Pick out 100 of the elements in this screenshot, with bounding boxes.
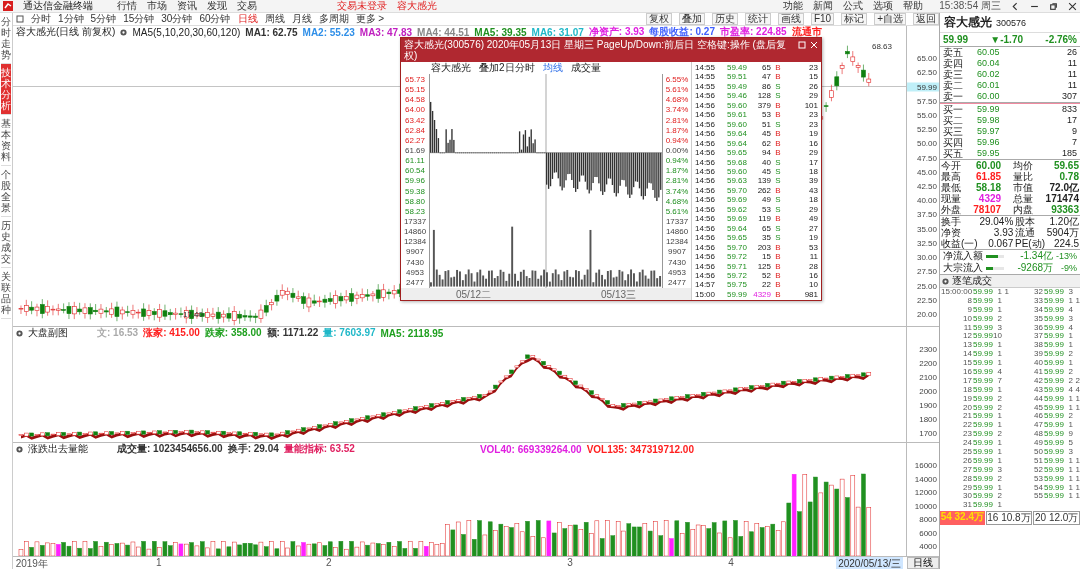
period-tab[interactable]: 月线	[291, 12, 312, 26]
period-tab[interactable]: 15分钟	[123, 12, 155, 26]
flow-percent: -9%	[1060, 263, 1077, 273]
menu-item[interactable]: 行情	[117, 0, 137, 13]
trade-price: 59.99	[1043, 359, 1064, 368]
period-tab[interactable]: 5分钟	[90, 12, 117, 26]
toolbar-button[interactable]: 返回	[913, 13, 939, 25]
chart-tab[interactable]: 成交量	[570, 61, 601, 75]
trade-volume: 1	[996, 305, 1002, 315]
percent-label: 2.81%	[664, 176, 690, 186]
close-icon[interactable]	[1068, 1, 1077, 11]
menu-item[interactable]: 市场	[147, 0, 167, 13]
trade-time: 53	[1033, 474, 1043, 484]
chart-tab[interactable]: 均线	[542, 61, 563, 75]
period-tab[interactable]: 分时	[31, 12, 51, 26]
maximize-icon[interactable]	[798, 41, 806, 49]
trade-count: 1	[1074, 474, 1080, 484]
order-label: 买一	[943, 104, 964, 115]
stat-value: 29.04%	[979, 216, 1014, 227]
side-tab[interactable]: 基本资料	[1, 115, 11, 166]
settings-icon[interactable]	[16, 445, 23, 453]
period-tab[interactable]: 更多 >	[355, 12, 385, 26]
settings-icon[interactable]	[942, 277, 949, 285]
trade-volume: 1	[996, 412, 1002, 422]
trade-price: 59.99	[1043, 439, 1064, 449]
trade-volume: 1	[996, 501, 1002, 511]
trade-volume: 1	[1067, 394, 1073, 404]
side-tab[interactable]: 个股全景	[1, 166, 11, 217]
toolbar-button[interactable]: 复权	[645, 13, 672, 25]
order-volume: 11	[1066, 69, 1077, 80]
trade-time: 33	[1033, 296, 1043, 306]
tick-side: B	[774, 110, 782, 120]
tick-time: 14:56	[695, 176, 717, 186]
tick-time: 14:56	[695, 242, 717, 252]
restore-icon[interactable]	[1049, 1, 1058, 11]
notice-link[interactable]: 容大感光	[397, 0, 437, 13]
toolbar-button[interactable]: 画线	[777, 13, 804, 25]
period-tab[interactable]: 多周期	[318, 12, 349, 26]
toolbar-button[interactable]: 统计	[744, 13, 771, 25]
toolbar-button[interactable]: F10	[810, 13, 835, 25]
toolbar-button[interactable]: 叠加	[678, 13, 705, 25]
notice-link[interactable]: 交易未登录	[337, 0, 387, 13]
tick-time: 14:56	[695, 91, 717, 101]
tick-price: 59.49	[725, 81, 747, 91]
menu-item[interactable]: 公式	[843, 0, 864, 13]
trade-price: 59.99	[1043, 421, 1064, 431]
period-tab[interactable]: 周线	[264, 12, 285, 26]
volume-label: 12384	[664, 237, 690, 247]
toolbar-button[interactable]: 标记	[841, 13, 868, 25]
side-tab[interactable]: 技术分析	[1, 64, 11, 115]
stat-label: 现量	[941, 193, 961, 204]
axis-label: 1800	[919, 414, 937, 424]
trade-price: 59.99	[972, 376, 993, 386]
price-label: 65.15	[404, 85, 426, 95]
menu-item[interactable]: 选项	[873, 0, 894, 13]
settings-icon[interactable]	[120, 28, 128, 36]
menu-item[interactable]: 新闻	[813, 0, 834, 13]
menu-item[interactable]: 发现	[207, 0, 227, 13]
tick-count: 23	[808, 110, 818, 120]
menu-item[interactable]: 功能	[783, 0, 804, 13]
period-tab[interactable]: 60分钟	[199, 12, 231, 26]
toolbar-button[interactable]: 历史	[711, 13, 738, 25]
trade-time: 18	[962, 385, 972, 395]
tick-side: S	[774, 176, 782, 186]
period-tab[interactable]: 日线	[237, 12, 258, 26]
axis-label: 2100	[919, 372, 937, 382]
menu-item[interactable]: 资讯	[177, 0, 197, 13]
percent-label: 2.81%	[664, 115, 690, 125]
tick-volume: 94	[761, 148, 771, 158]
layout-icon[interactable]	[16, 15, 24, 23]
period-tab[interactable]: 30分钟	[161, 12, 193, 26]
period-tab[interactable]: 1分钟	[58, 12, 84, 26]
menu-item[interactable]: 帮助	[903, 0, 924, 13]
trade-price: 59.99	[972, 501, 993, 511]
back-icon[interactable]	[1011, 1, 1020, 11]
trade-time: 51	[1033, 456, 1043, 466]
tick-side: S	[774, 195, 782, 205]
chart-tab[interactable]: 叠加2日分时	[479, 61, 535, 75]
chart-tab[interactable]: 容大感光	[431, 61, 471, 75]
trade-time: 47	[1033, 421, 1043, 431]
trade-price: 59.99	[972, 385, 993, 395]
settings-icon[interactable]	[16, 329, 23, 337]
tick-time: 14:56	[695, 167, 717, 176]
stat-label: 内盘	[1013, 204, 1034, 215]
trade-price: 59.99	[972, 332, 993, 342]
tick-price: 59.70	[725, 242, 747, 252]
trade-price: 59.99	[972, 483, 993, 493]
menu-item[interactable]: 交易	[237, 0, 257, 13]
order-label: 卖一	[943, 91, 964, 102]
toolbar-button[interactable]: +自选	[874, 13, 906, 25]
side-tab[interactable]: 关联品种	[1, 268, 11, 319]
tick-volume: 128	[756, 91, 771, 101]
trade-price: 59.99	[1043, 341, 1064, 351]
trade-count: 1	[1074, 465, 1080, 475]
axis-label: 42.50	[916, 181, 937, 191]
period-button[interactable]: 日线	[907, 557, 939, 569]
price-label: 62.84	[404, 125, 426, 135]
side-tab[interactable]: 历史成交	[1, 217, 11, 268]
trade-time: 52	[1033, 465, 1043, 475]
tick-time: 14:55	[695, 63, 717, 72]
